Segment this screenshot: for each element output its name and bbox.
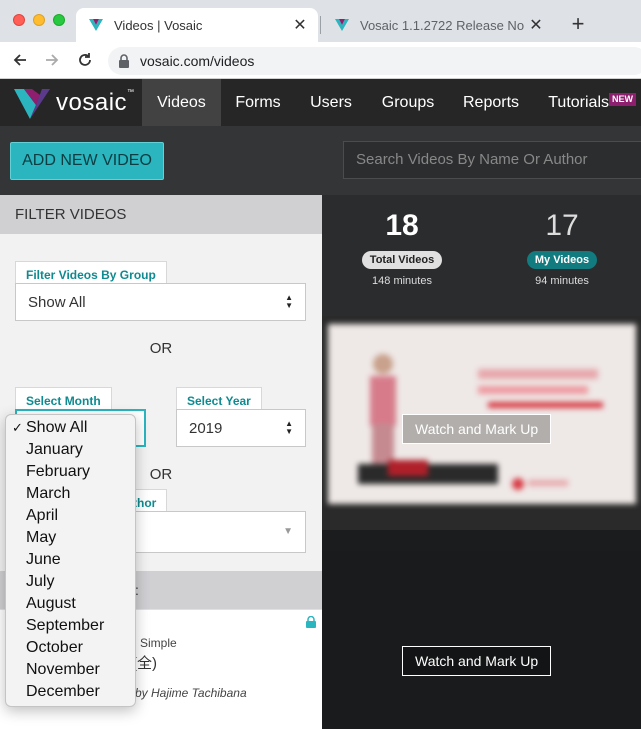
month-option-september[interactable]: September xyxy=(6,615,135,637)
nav-reports[interactable]: Reports xyxy=(449,79,533,126)
month-option-june[interactable]: June xyxy=(6,549,135,571)
tab-title: Vosaic 1.1.2722 Release Notes xyxy=(360,17,524,33)
browser-tab-release-notes[interactable]: Vosaic 1.1.2722 Release Notes ✕ xyxy=(322,8,554,42)
my-videos-count: 17 xyxy=(545,209,579,242)
or-separator: OR xyxy=(149,340,173,357)
group-filter-value: Show All xyxy=(28,293,86,311)
checkmark-icon: ✓ xyxy=(12,420,23,435)
url-text: vosaic.com/videos xyxy=(140,53,255,69)
month-option-january[interactable]: January xyxy=(6,439,135,461)
new-badge: NEW xyxy=(609,93,636,106)
window-minimize-button[interactable] xyxy=(33,14,45,26)
my-videos-badge[interactable]: My Videos xyxy=(526,251,598,269)
total-videos-badge[interactable]: Total Videos xyxy=(361,251,443,269)
tab-title: Videos | Vosaic xyxy=(114,17,203,33)
address-bar[interactable]: vosaic.com/videos xyxy=(108,47,641,75)
total-videos-stat: 18 Total Videos 148 minutes xyxy=(322,195,482,287)
year-filter-value: 2019 xyxy=(189,419,223,437)
forward-arrow-icon[interactable] xyxy=(40,48,64,72)
video-thumbnail-1[interactable]: Watch and Mark Up xyxy=(322,316,641,530)
group-filter-select[interactable]: Show All ▲ ▼ xyxy=(15,283,306,321)
vosaic-favicon-icon xyxy=(89,19,103,31)
video-stats: 18 Total Videos 148 minutes 17 My Videos… xyxy=(322,195,641,316)
month-option-show-all[interactable]: ✓ Show All xyxy=(6,417,135,439)
year-filter-select[interactable]: 2019 ▲ ▼ xyxy=(176,409,306,447)
select-arrows-icon: ▲ ▼ xyxy=(285,293,293,310)
month-option-november[interactable]: November xyxy=(6,659,135,681)
month-option-february[interactable]: February xyxy=(6,461,135,483)
vosaic-favicon-icon xyxy=(335,19,349,31)
tab-separator xyxy=(320,16,321,34)
new-tab-plus-icon[interactable]: + xyxy=(566,12,590,36)
nav-tutorials[interactable]: Tutorials xyxy=(533,79,609,126)
select-arrows-icon: ▲ ▼ xyxy=(285,419,293,436)
month-dropdown-list[interactable]: ✓ Show All January February March April M… xyxy=(5,414,136,707)
window-zoom-button[interactable] xyxy=(53,14,65,26)
nav-videos[interactable]: Videos xyxy=(142,79,221,126)
nav-forms[interactable]: Forms xyxy=(221,79,295,126)
lock-icon xyxy=(306,616,316,628)
month-option-december[interactable]: December xyxy=(6,681,135,703)
month-option-may[interactable]: May xyxy=(6,527,135,549)
site-navbar: vosaic™ Videos Forms Users Groups Report… xyxy=(0,79,641,126)
search-videos-input[interactable]: Search Videos By Name Or Author xyxy=(343,141,641,179)
month-option-july[interactable]: July xyxy=(6,571,135,593)
browser-tab-videos[interactable]: Videos | Vosaic ✕ xyxy=(76,8,318,42)
total-videos-count: 18 xyxy=(385,209,419,242)
browser-tab-strip: Videos | Vosaic ✕ Vosaic 1.1.2722 Releas… xyxy=(0,0,641,42)
add-new-video-button[interactable]: ADD NEW VIDEO xyxy=(10,142,164,180)
watch-and-mark-up-button[interactable]: Watch and Mark Up xyxy=(402,646,552,676)
nav-groups[interactable]: Groups xyxy=(367,79,449,126)
chevron-down-icon: ▼ xyxy=(283,526,293,537)
back-arrow-icon[interactable] xyxy=(8,48,32,72)
watch-and-mark-up-button[interactable]: Watch and Mark Up xyxy=(402,414,552,444)
my-videos-stat: 17 My Videos 94 minutes xyxy=(482,195,641,287)
month-option-march[interactable]: March xyxy=(6,483,135,505)
nav-users[interactable]: Users xyxy=(295,79,367,126)
month-option-april[interactable]: April xyxy=(6,505,135,527)
window-close-button[interactable] xyxy=(13,14,25,26)
total-videos-minutes: 148 minutes xyxy=(372,275,432,287)
filter-videos-heading: FILTER VIDEOS xyxy=(0,195,322,234)
my-videos-minutes: 94 minutes xyxy=(535,275,589,287)
action-bar: ADD NEW VIDEO Search Videos By Name Or A… xyxy=(0,126,641,195)
month-option-october[interactable]: October xyxy=(6,637,135,659)
tab-close-icon[interactable]: ✕ xyxy=(288,15,312,35)
video-subtitle: Simple xyxy=(140,636,177,650)
lock-icon xyxy=(119,54,129,68)
video-author: by Hajime Tachibana xyxy=(135,686,247,700)
vosaic-logo-icon xyxy=(14,89,50,119)
brand-wordmark: vosaic™ xyxy=(56,89,135,116)
video-content-panel: 18 Total Videos 148 minutes 17 My Videos… xyxy=(322,195,641,729)
browser-toolbar: vosaic.com/videos xyxy=(0,42,641,79)
video-thumbnail-2[interactable]: Watch and Mark Up xyxy=(322,551,641,729)
tab-close-icon[interactable]: ✕ xyxy=(524,15,548,35)
month-option-august[interactable]: August xyxy=(6,593,135,615)
vosaic-logo[interactable]: vosaic™ xyxy=(14,85,135,121)
reload-icon[interactable] xyxy=(73,48,97,72)
